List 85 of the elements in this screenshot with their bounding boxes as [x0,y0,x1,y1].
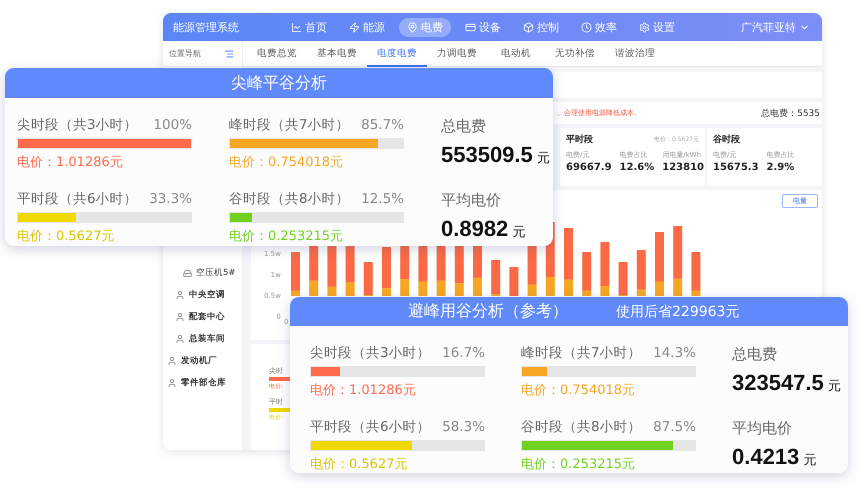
total-label: 总电费 [441,117,487,136]
stat-value: 2.9% [766,162,795,173]
tab[interactable]: 基本电费 [307,41,367,67]
card-title: 避峰用谷分析（参考） [408,301,568,322]
segment-percent: 85.7% [361,117,404,133]
segment-label: 峰时段（共7小时） [521,344,642,362]
stacked-bar [636,250,646,296]
settings-icon [639,22,650,32]
total-value: 553509.5 元 [441,142,551,168]
segment-percent: 100% [153,117,192,133]
average-value: 0.4213 元 [732,444,818,470]
card-icon [465,22,476,32]
sidebar-title: 位置导航 [169,48,201,59]
segment-percent: 16.7% [442,345,485,361]
price-text: 电价：0.5627元 [17,228,116,245]
segment-label: 谷时段（共8小时） [521,418,642,436]
tab[interactable]: 电动机 [487,41,545,67]
total-text: 总电费：5535 [761,108,820,120]
clock-icon [581,22,592,32]
price-text: 电价：0.754018元 [229,154,344,171]
line-chart-icon [291,22,302,32]
device-icon [183,268,192,278]
stacked-bar [654,232,664,296]
price-text: 电价：0.253215元 [229,228,344,245]
stacked-bar [600,242,610,296]
person-icon [175,334,185,344]
pin-icon [407,22,418,32]
tab[interactable]: 谐波治理 [605,41,665,67]
stacked-bar [618,262,628,296]
stacked-bar [327,244,336,296]
stat-value: 12.6% [620,162,654,173]
tab[interactable]: 电费总览 [247,41,307,67]
stacked-bar [290,252,300,296]
segment-percent: 58.3% [442,419,485,435]
tree-item[interactable]: 配套中心 [163,306,242,328]
person-icon [167,356,177,366]
segment-percent: 87.5% [653,419,696,435]
total-label: 总电费 [732,345,778,364]
stat-value: 15675.3 [713,162,759,173]
stat-title: 平时段 [566,133,593,146]
stacked-bar [564,228,573,296]
card-title: 尖峰平谷分析 [231,72,327,94]
segment-label: 平时段（共6小时） [17,190,138,208]
price-text: 电价：1.01286元 [310,382,417,399]
average-value: 0.8982 元 [441,216,526,242]
app-title: 能源管理系统 [173,20,240,34]
tree-item[interactable]: 总装车间 [163,328,242,350]
segment-label: 峰时段（共7小时） [229,116,350,134]
tab[interactable]: 力调电费 [427,41,487,67]
segment-percent: 14.3% [653,345,696,361]
total-value: 323547.5 元 [732,370,842,396]
cube-icon [523,22,534,32]
segment-label: 尖时段（共3小时） [310,344,431,362]
stacked-bar [673,226,682,296]
tree-item[interactable]: 空压机5# [163,262,242,284]
stacked-bar [491,260,500,296]
bolt-icon [349,22,360,32]
person-icon [175,290,185,300]
savings-note: 使用后省229963元 [616,302,740,320]
segment-label: 平时段（共6小时） [310,418,431,436]
tree-item[interactable]: 中央空调 [163,284,242,306]
tree-item[interactable]: 发动机厂 [163,350,242,372]
person-icon [175,312,185,322]
stacked-bar [382,247,391,296]
segment-label: 尖时段（共3小时） [17,116,138,134]
stacked-bar [364,262,373,296]
stacked-bar [582,252,592,296]
price-text: 电价：0.754018元 [521,382,636,399]
stat-value: 69667.9 [566,162,612,173]
average-label: 平均电价 [732,419,793,438]
segment-percent: 33.3% [149,191,192,207]
segment-label: 谷时段（共8小时） [229,190,350,208]
person-icon [167,378,177,388]
stacked-bar [509,267,518,296]
tree-item[interactable]: 零件部仓库 [163,372,242,394]
average-label: 平均电价 [441,191,502,210]
stat-title: 谷时段 [713,133,740,146]
segment-percent: 12.5% [361,191,404,207]
tab[interactable]: 无功补偿 [545,41,605,67]
stat-value: 123810 [662,162,704,173]
price-text: 电价：1.01286元 [17,154,124,171]
price-text: 电价：0.253215元 [521,456,636,473]
price-text: 电价：0.5627元 [310,456,408,473]
stacked-bar [691,252,700,296]
menu-icon[interactable] [224,48,234,58]
